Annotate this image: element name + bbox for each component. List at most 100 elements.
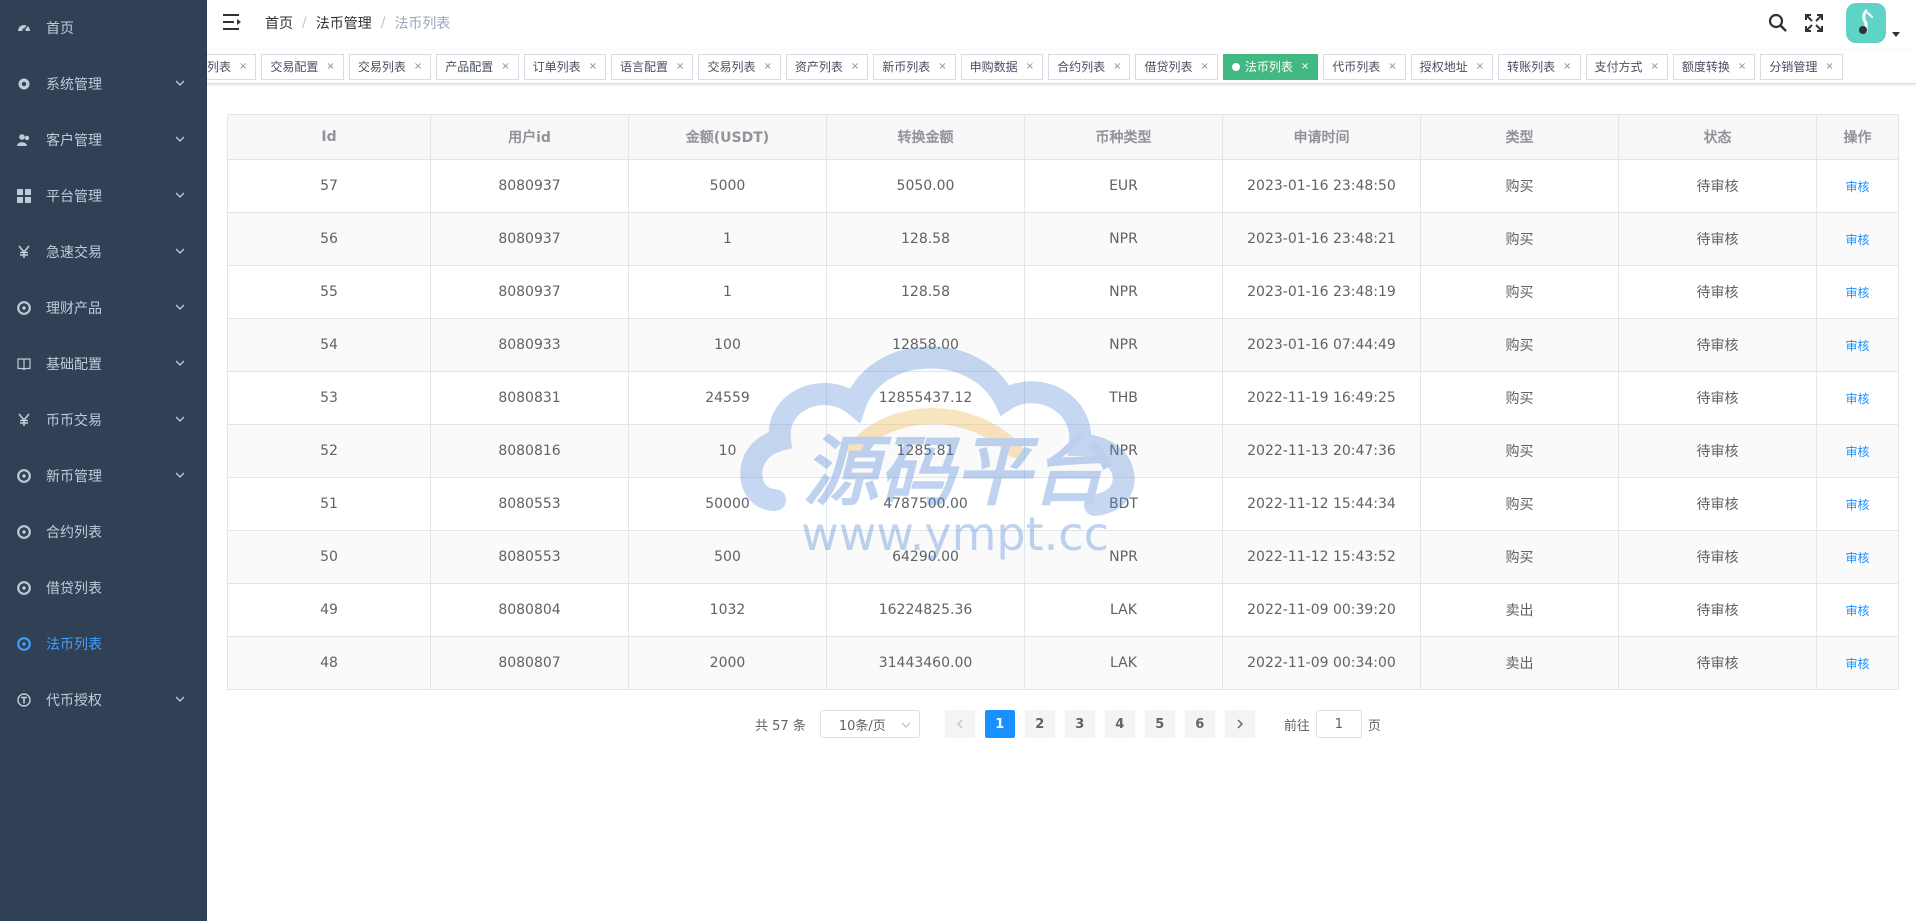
fiat-list-table: Id 用户id 金额(USDT) 转换金额 币种类型 申请时间 类型 状态 操作 57 80809… xyxy=(227,114,1899,690)
review-button[interactable]: 审核 xyxy=(1845,445,1869,459)
review-button[interactable]: 审核 xyxy=(1845,604,1869,618)
avatar[interactable] xyxy=(1846,3,1886,43)
close-icon[interactable]: × xyxy=(676,55,684,79)
table-cell-action: 审核 xyxy=(1816,212,1899,266)
fullscreen-icon[interactable] xyxy=(1802,11,1826,35)
review-button[interactable]: 审核 xyxy=(1845,339,1869,353)
breadcrumb-fiat-management[interactable]: 法币管理 xyxy=(316,13,372,33)
tag-item[interactable]: 授权地址 × xyxy=(1410,54,1494,80)
table-cell-amount: 10 xyxy=(628,424,827,478)
tag-item[interactable]: 支付方式 × xyxy=(1585,54,1668,80)
tag-item[interactable]: 额度转换 × xyxy=(1672,54,1756,80)
sidebar-item[interactable]: 币币交易 xyxy=(0,392,207,448)
tag-item[interactable]: 订单列表 × xyxy=(523,54,607,80)
tag-item[interactable]: 交易列表 × xyxy=(698,54,781,80)
page-button[interactable]: 4 xyxy=(1104,710,1135,738)
close-icon[interactable]: × xyxy=(1563,55,1571,79)
next-page-button[interactable] xyxy=(1224,710,1255,738)
sidebar-item[interactable]: 理财产品 xyxy=(0,280,207,336)
tag-item[interactable]: 新币列表 × xyxy=(873,54,956,80)
close-icon[interactable]: × xyxy=(1388,55,1396,79)
table-cell-id: 49 xyxy=(227,583,431,637)
table-cell-type: 购买 xyxy=(1420,424,1619,478)
sidebar-item[interactable]: 基础配置 xyxy=(0,336,207,392)
tag-item[interactable]: 合约列表 × xyxy=(1048,54,1131,80)
close-icon[interactable]: × xyxy=(326,55,334,79)
prev-page-button[interactable] xyxy=(944,710,975,738)
sidebar-item[interactable]: 客户管理 xyxy=(0,112,207,168)
tag-label: 语言配置 xyxy=(620,60,669,74)
review-button[interactable]: 审核 xyxy=(1845,180,1869,194)
close-icon[interactable]: × xyxy=(851,55,859,79)
sidebar-item[interactable]: 合约列表 xyxy=(0,504,207,560)
tag-item[interactable]: 资产列表 × xyxy=(785,54,869,80)
column-header: 申请时间 xyxy=(1222,114,1421,160)
breadcrumb-home[interactable]: 首页 xyxy=(265,13,293,33)
table-cell-status: 待审核 xyxy=(1618,424,1817,478)
tag-item[interactable]: 代币列表 × xyxy=(1323,54,1406,80)
review-button[interactable]: 审核 xyxy=(1845,498,1869,512)
sidebar-item[interactable]: 新币管理 xyxy=(0,448,207,504)
tag-item[interactable]: 语言配置 × xyxy=(611,54,694,80)
table-cell-status: 待审核 xyxy=(1618,477,1817,531)
avatar-dropdown[interactable] xyxy=(1846,3,1900,43)
table-cell-id: 48 xyxy=(227,636,431,690)
table-cell-id: 54 xyxy=(227,318,431,372)
table-cell-converted: 5050.00 xyxy=(826,159,1025,213)
sidebar-item[interactable]: 急速交易 xyxy=(0,224,207,280)
tag-item[interactable]: 法币列表 × xyxy=(1222,54,1319,80)
review-button[interactable]: 审核 xyxy=(1845,551,1869,565)
sidebar-item[interactable]: 借贷列表 xyxy=(0,560,207,616)
tag-item[interactable]: 分销管理 × xyxy=(1760,54,1843,80)
page-button[interactable]: 1 xyxy=(984,710,1015,738)
search-icon[interactable] xyxy=(1766,11,1790,35)
review-button[interactable]: 审核 xyxy=(1845,286,1869,300)
table-cell-time: 2022-11-09 00:34:00 xyxy=(1222,636,1421,690)
close-icon[interactable]: × xyxy=(938,55,946,79)
close-icon[interactable]: × xyxy=(1825,55,1833,79)
sidebar-item-label: 首页 xyxy=(46,21,74,37)
review-button[interactable]: 审核 xyxy=(1845,233,1869,247)
page-button[interactable]: 3 xyxy=(1064,710,1095,738)
close-icon[interactable]: × xyxy=(1476,55,1484,79)
tag-item[interactable]: 转账列表 × xyxy=(1498,54,1581,80)
tag-item[interactable]: 列表 × xyxy=(207,54,257,80)
table-cell-action: 审核 xyxy=(1816,530,1899,584)
page-button[interactable]: 6 xyxy=(1184,710,1215,738)
sidebar-item[interactable]: 代币授权 xyxy=(0,672,207,728)
tag-item[interactable]: 申购数据 × xyxy=(960,54,1044,80)
table-cell-uid: 8080553 xyxy=(430,530,629,584)
breadcrumb-separator: / xyxy=(380,15,386,31)
chevron-down-icon xyxy=(175,132,185,148)
sidebar-item[interactable]: 法币列表 xyxy=(0,616,207,672)
review-button[interactable]: 审核 xyxy=(1845,392,1869,406)
close-icon[interactable]: × xyxy=(1738,55,1746,79)
close-icon[interactable]: × xyxy=(1026,55,1034,79)
close-icon[interactable]: × xyxy=(1200,55,1208,79)
hamburger-icon[interactable] xyxy=(223,13,243,31)
page-button[interactable]: 5 xyxy=(1144,710,1175,738)
sidebar-item[interactable]: 平台管理 xyxy=(0,168,207,224)
close-icon[interactable]: × xyxy=(763,55,771,79)
tag-item[interactable]: 产品配置 × xyxy=(436,54,519,80)
tag-item[interactable]: 交易列表 × xyxy=(348,54,432,80)
close-icon[interactable]: × xyxy=(1113,55,1121,79)
close-icon[interactable]: × xyxy=(589,55,597,79)
table-cell-amount: 2000 xyxy=(628,636,827,690)
page-size-select[interactable]: 10条/页 xyxy=(819,710,920,738)
circle-icon xyxy=(17,301,31,315)
close-icon[interactable]: × xyxy=(501,55,509,79)
tag-item[interactable]: 交易配置 × xyxy=(261,54,344,80)
sidebar-item[interactable]: 首页 xyxy=(0,0,207,56)
page-button[interactable]: 2 xyxy=(1024,710,1055,738)
close-icon[interactable]: × xyxy=(414,55,422,79)
tag-label: 支付方式 xyxy=(1594,60,1643,74)
close-icon[interactable]: × xyxy=(239,55,247,79)
sidebar-item[interactable]: 系统管理 xyxy=(0,56,207,112)
close-icon[interactable]: × xyxy=(1651,55,1659,79)
goto-page-input[interactable]: 1 xyxy=(1315,710,1362,738)
review-button[interactable]: 审核 xyxy=(1845,657,1869,671)
table-cell-id: 50 xyxy=(227,530,431,584)
tag-item[interactable]: 借贷列表 × xyxy=(1135,54,1218,80)
close-icon[interactable]: × xyxy=(1301,55,1309,79)
